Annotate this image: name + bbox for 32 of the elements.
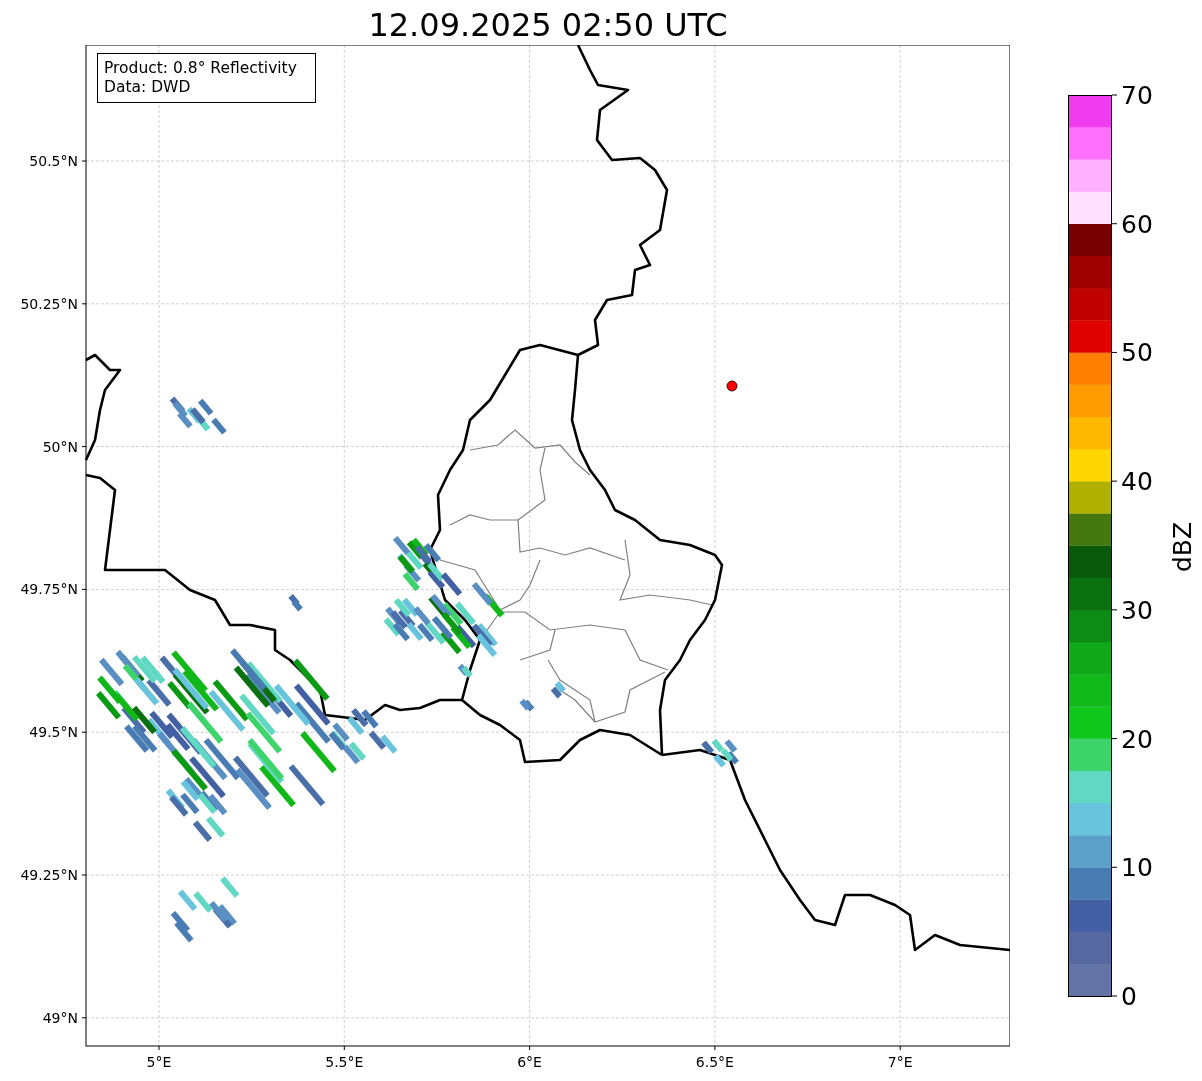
location-marker [726, 380, 738, 392]
latitude-label: 49.5°N [29, 724, 78, 741]
precipitation-echo [170, 876, 240, 943]
colorbar-label: dBZ [1168, 521, 1197, 573]
info-text: Product: 0.8° Reflectivity [104, 59, 297, 77]
info-text: Data: DWD [104, 78, 191, 96]
longitude-label: 5°E [146, 1054, 172, 1070]
colorbar-tick-label: 40 [1121, 467, 1153, 497]
precipitation-echo [550, 681, 566, 699]
latitude-label: 49°N [42, 1009, 78, 1026]
colorbar-tick-label: 0 [1121, 982, 1137, 1011]
colorbar-tick-label: 30 [1121, 595, 1153, 625]
longitude-label: 6°E [517, 1054, 542, 1070]
colorbar-tick-label: 70 [1121, 81, 1153, 110]
precipitation-echo [457, 663, 473, 678]
colorbar-tick-label: 20 [1121, 724, 1153, 754]
colorbar-tick-label: 50 [1121, 338, 1153, 368]
longitude-label: 7°E [887, 1054, 913, 1070]
colorbar-tick-label: 60 [1121, 209, 1153, 239]
precipitation-echo [519, 698, 535, 712]
latitude-label: 50.25°N [20, 295, 78, 312]
longitude-label: 6.5°E [695, 1054, 734, 1070]
precipitation-echo [169, 396, 227, 435]
precipitation-echo [701, 738, 739, 768]
colorbar-tick-label: 10 [1121, 853, 1153, 883]
latitude-label: 50°N [42, 438, 78, 455]
latitude-label: 49.25°N [20, 867, 78, 883]
longitude-label: 5.5°E [325, 1054, 364, 1070]
map-title: 12.09.2025 02:50 UTC [367, 5, 729, 45]
latitude-label: 49.75°N [20, 581, 78, 598]
latitude-label: 50.5°N [29, 153, 78, 169]
precipitation-echo [288, 593, 303, 612]
